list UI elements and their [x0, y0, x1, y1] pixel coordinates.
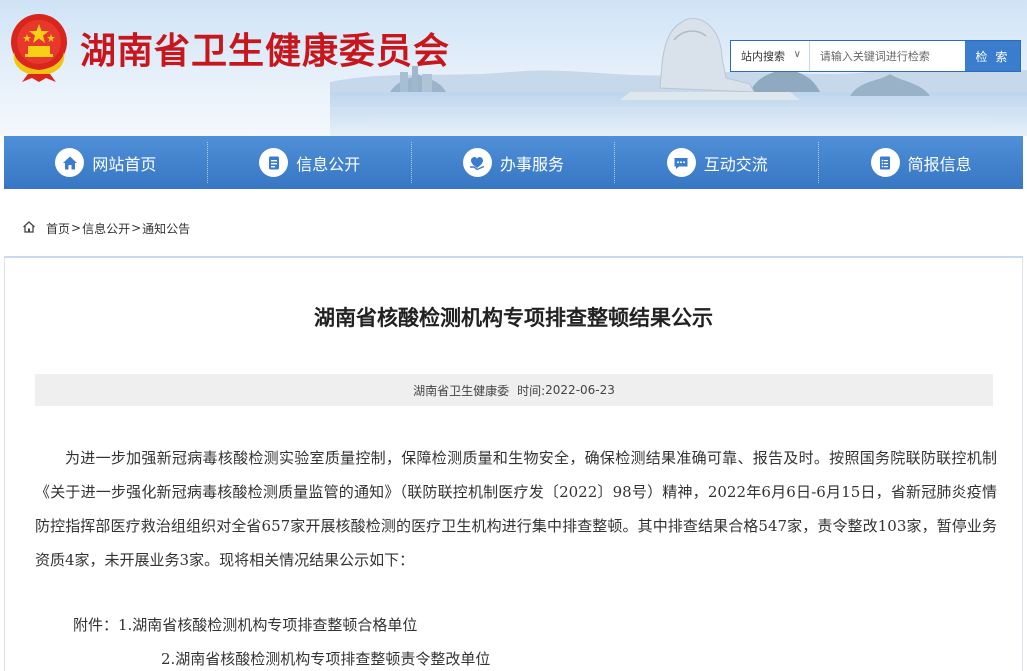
document-icon: [259, 148, 289, 177]
attachment-line-2: 2.湖南省核酸检测机构专项排查整顿责令整改单位: [161, 650, 491, 668]
search-bar: 站内搜索 ∨ 检 索: [730, 40, 1021, 72]
article-date: 2022-06-23: [545, 383, 615, 397]
chevron-down-icon: ∨: [793, 49, 801, 60]
article-container: 湖南省核酸检测机构专项排查整顿结果公示 湖南省卫生健康委 时间: 2022-06…: [4, 256, 1023, 671]
nav-item-label: 简报信息: [907, 154, 972, 174]
article-meta: 湖南省卫生健康委 时间: 2022-06-23: [35, 374, 993, 406]
site-header: 湖南省卫生健康委员会 站内搜索 ∨ 检 索: [0, 0, 1027, 136]
search-button[interactable]: 检 索: [964, 41, 1020, 71]
search-scope-select[interactable]: 站内搜索 ∨: [731, 41, 810, 71]
nav-item-label: 网站首页: [92, 154, 157, 174]
attachment-line-1: 附件：1.湖南省核酸检测机构专项排查整顿合格单位: [73, 616, 418, 634]
nav-item-info-disclosure[interactable]: 信息公开: [208, 136, 412, 189]
article-title: 湖南省核酸检测机构专项排查整顿结果公示: [314, 306, 713, 330]
search-input[interactable]: [809, 41, 965, 71]
breadcrumb-notices[interactable]: 通知公告: [142, 220, 190, 237]
national-emblem-logo: [11, 14, 67, 82]
article-body: 为进一步加强新冠病毒核酸检测实验室质量控制，保障检测质量和生物安全，确保检测结果…: [35, 449, 997, 569]
site-title: 湖南省卫生健康委员会: [80, 31, 451, 72]
breadcrumb-home[interactable]: 首页: [46, 220, 70, 237]
nav-item-label: 办事服务: [499, 154, 564, 174]
nav-item-label: 互动交流: [703, 154, 768, 174]
search-scope-label: 站内搜索: [741, 50, 785, 63]
home-icon: [55, 148, 85, 177]
nav-item-interaction[interactable]: 互动交流: [615, 136, 819, 189]
nav-item-home[interactable]: 网站首页: [4, 136, 208, 189]
breadcrumb-separator: >: [131, 221, 142, 235]
nav-item-services[interactable]: 办事服务: [412, 136, 616, 189]
breadcrumb-separator: >: [71, 221, 82, 235]
article-source: 湖南省卫生健康委: [413, 383, 510, 398]
nav-item-label: 信息公开: [296, 154, 361, 174]
heart-hand-icon: [462, 148, 492, 177]
main-nav: 网站首页 信息公开 办事服务 互动交流 简报信息: [4, 136, 1023, 189]
breadcrumb-info-disclosure[interactable]: 信息公开: [82, 220, 130, 237]
bulletin-icon: [870, 148, 900, 177]
article-time-label: 时间:: [517, 383, 546, 398]
nav-item-bulletin[interactable]: 简报信息: [819, 136, 1023, 189]
breadcrumb: 首页 > 信息公开 > 通知公告: [22, 218, 190, 238]
chat-icon: [666, 148, 696, 177]
home-icon: [22, 220, 36, 237]
